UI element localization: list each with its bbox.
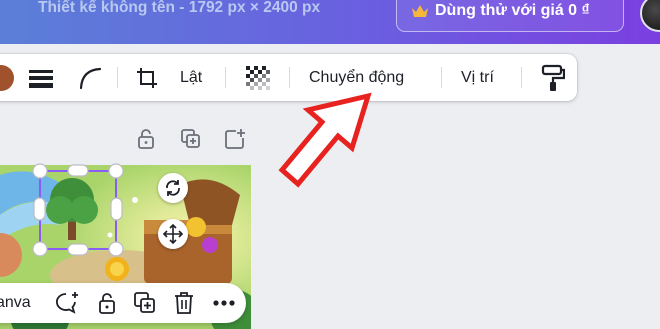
color-swatch-icon[interactable] — [0, 54, 18, 101]
duplicate-icon[interactable] — [133, 291, 157, 320]
flip-label: Lật — [180, 68, 203, 86]
editor-header: Thiết kế không tên - 1792 px × 2400 px D… — [0, 0, 660, 44]
more-icon[interactable] — [212, 295, 236, 316]
selection-box[interactable] — [30, 163, 130, 259]
lock-icon[interactable] — [97, 291, 117, 320]
document-title[interactable]: Thiết kế không tên - 1792 px × 2400 px — [38, 0, 320, 18]
border-style-icon[interactable] — [29, 54, 53, 101]
free-trial-label: Dùng thử với giá 0 ₫ — [435, 2, 590, 19]
transparency-icon[interactable] — [246, 54, 270, 101]
move-icon[interactable] — [158, 219, 188, 249]
position-label: Vị trí — [461, 68, 494, 86]
canva-label[interactable]: anva — [0, 294, 31, 312]
lock-icon[interactable] — [136, 128, 156, 155]
add-page-icon[interactable] — [224, 128, 246, 155]
free-trial-button[interactable]: Dùng thử với giá 0 ₫ — [396, 0, 624, 32]
crop-icon[interactable] — [135, 54, 159, 101]
duplicate-icon[interactable] — [180, 128, 202, 155]
flip-button[interactable]: Lật — [180, 54, 202, 101]
paint-roller-icon[interactable] — [541, 54, 565, 101]
corner-rounding-icon[interactable] — [78, 54, 102, 101]
comment-icon[interactable] — [54, 291, 80, 320]
crown-icon — [411, 4, 429, 23]
selection-action-bar: anva — [0, 283, 246, 323]
avatar[interactable] — [640, 0, 660, 32]
rotate-icon[interactable] — [158, 173, 188, 203]
position-button[interactable]: Vị trí — [461, 54, 494, 101]
annotation-arrow-icon — [278, 92, 372, 188]
trash-icon[interactable] — [173, 291, 195, 320]
animate-label: Chuyển động — [309, 68, 405, 86]
